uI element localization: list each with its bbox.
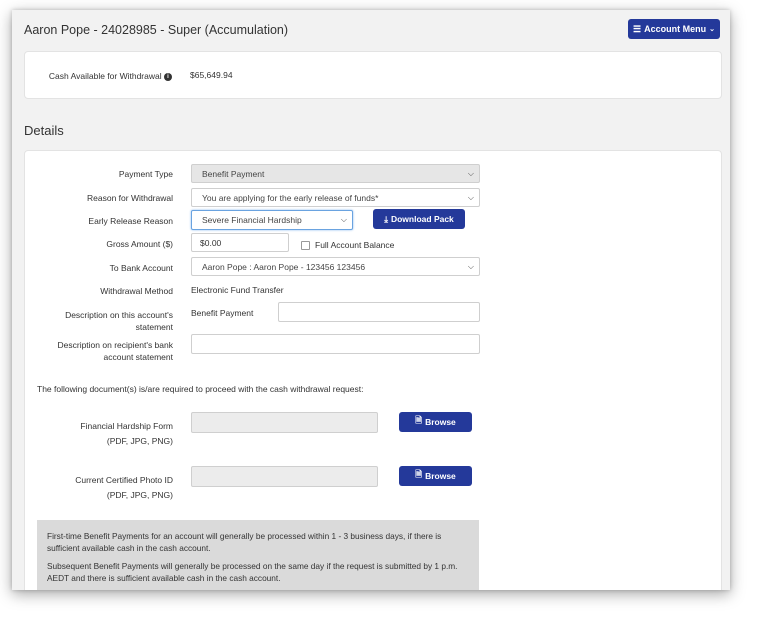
download-icon: ⤓	[384, 213, 388, 224]
reason-select[interactable]: You are applying for the early release o…	[191, 188, 480, 207]
early-release-value: Severe Financial Hardship	[202, 215, 302, 225]
browse-label: Browse	[425, 471, 456, 481]
summary-card: Cash Available for Withdrawal i $65,649.…	[24, 51, 722, 99]
notice-paragraph-2: Subsequent Benefit Payments will general…	[47, 561, 458, 583]
photo-id-browse-button[interactable]: 🗎 Browse	[399, 466, 472, 486]
desc-account-label: Description on this account's statement	[65, 310, 173, 332]
info-icon[interactable]: i	[164, 72, 172, 81]
desc-account-prefix: Benefit Payment	[191, 308, 254, 318]
full-balance-checkbox[interactable]	[301, 241, 310, 250]
desc-recipient-label: Description on recipient's bank account …	[57, 340, 174, 362]
hardship-form-file-field[interactable]	[191, 412, 378, 433]
bank-account-label: To Bank Account	[109, 263, 173, 273]
gross-amount-input[interactable]: $0.00	[191, 233, 289, 252]
section-title: Details	[24, 123, 64, 138]
chevron-down-icon: ⌵	[467, 192, 474, 202]
gross-amount-label: Gross Amount ($)	[106, 239, 173, 249]
chevron-down-icon: ⌵	[340, 215, 347, 224]
account-menu-label: Account Menu	[644, 24, 707, 34]
menu-icon: ☰	[633, 23, 642, 34]
bank-account-select[interactable]: Aaron Pope : Aaron Pope - 123456 123456 …	[191, 257, 480, 276]
desc-account-input[interactable]	[278, 302, 480, 322]
file-icon: 🗎	[415, 415, 423, 425]
bank-account-value: Aaron Pope : Aaron Pope - 123456 123456	[202, 261, 366, 272]
hardship-form-label: Financial Hardship Form (PDF, JPG, PNG)	[80, 421, 173, 446]
photo-id-label: Current Certified Photo ID (PDF, JPG, PN…	[75, 475, 173, 500]
app-window: Aaron Pope - 24028985 - Super (Accumulat…	[12, 10, 730, 590]
file-icon: 🗎	[415, 469, 423, 479]
payment-type-value: Benefit Payment	[202, 168, 265, 179]
processing-notice: First-time Benefit Payments for an accou…	[37, 520, 479, 590]
payment-type-select[interactable]: Benefit Payment ⌵	[191, 164, 480, 183]
desc-recipient-input[interactable]	[191, 334, 480, 354]
chevron-down-icon: ⌄	[709, 26, 715, 33]
page-title: Aaron Pope - 24028985 - Super (Accumulat…	[24, 23, 289, 37]
download-pack-label: Download Pack	[390, 214, 454, 224]
payment-type-label: Payment Type	[118, 169, 173, 179]
cash-available-value: $65,649.94	[190, 70, 233, 80]
reason-label: Reason for Withdrawal	[87, 193, 173, 203]
browse-label: Browse	[425, 417, 456, 427]
withdrawal-method-label: Withdrawal Method	[100, 286, 173, 296]
documents-intro: The following document(s) is/are require…	[37, 384, 364, 394]
early-release-select[interactable]: Severe Financial Hardship ⌵	[191, 210, 353, 230]
full-balance-label: Full Account Balance	[315, 240, 395, 250]
notice-paragraph-1: First-time Benefit Payments for an accou…	[47, 531, 442, 553]
account-menu-button[interactable]: ☰ Account Menu ⌄	[628, 19, 720, 39]
chevron-down-icon: ⌵	[467, 261, 474, 271]
chevron-down-icon: ⌵	[467, 168, 474, 178]
withdrawal-method-value: Electronic Fund Transfer	[191, 285, 284, 295]
hardship-browse-button[interactable]: 🗎 Browse	[399, 412, 472, 432]
cash-available-label: Cash Available for Withdrawal i	[25, 71, 172, 81]
reason-value: You are applying for the early release o…	[202, 192, 379, 203]
download-pack-button[interactable]: ⤓ Download Pack	[373, 209, 465, 229]
early-release-label: Early Release Reason	[88, 216, 173, 226]
photo-id-file-field[interactable]	[191, 466, 378, 487]
